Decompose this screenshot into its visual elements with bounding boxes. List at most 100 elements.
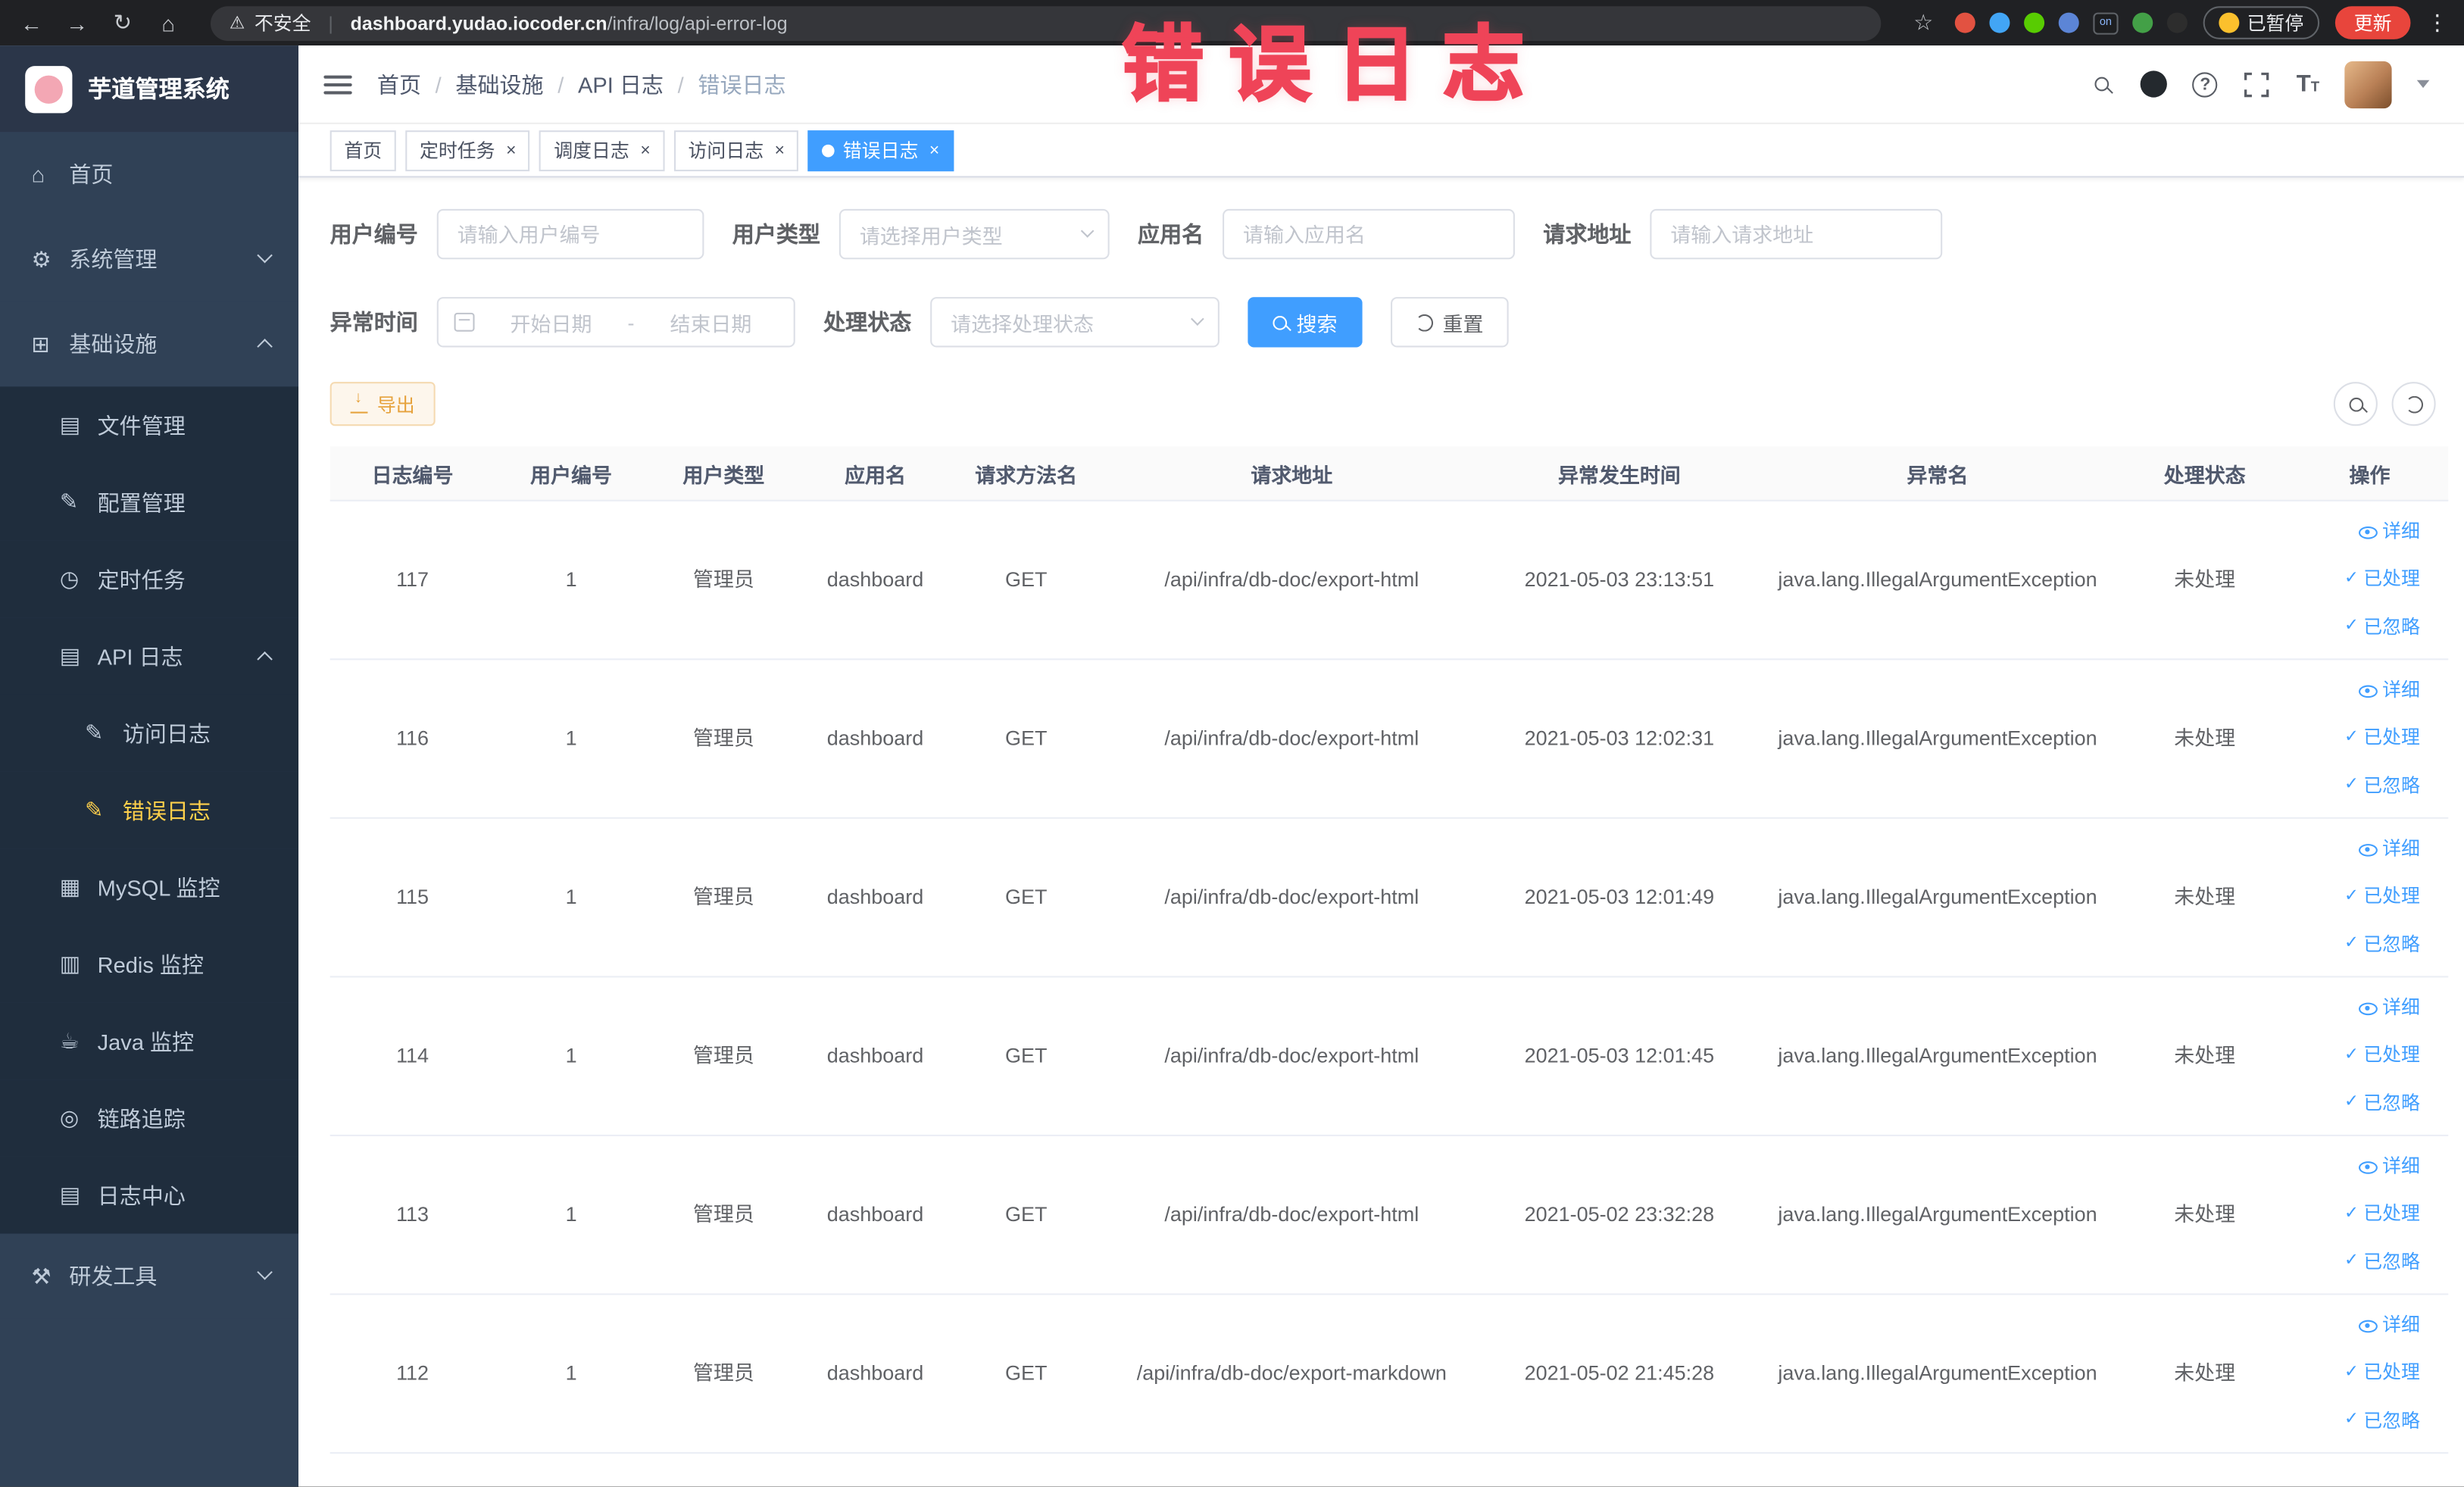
- logo-image: [25, 65, 73, 113]
- export-button[interactable]: 导出: [329, 382, 436, 426]
- detail-link[interactable]: 详细: [2358, 1154, 2420, 1181]
- eye-icon: [2358, 1319, 2378, 1332]
- close-icon[interactable]: ×: [775, 141, 785, 160]
- breadcrumb-item[interactable]: 基础设施: [455, 68, 543, 99]
- tab-home[interactable]: 首页: [329, 130, 396, 171]
- home-button[interactable]: ⌂: [152, 10, 183, 35]
- ignored-link[interactable]: ✓ 已忽略: [2344, 614, 2420, 642]
- sidebar-logo-row[interactable]: 芋道管理系统: [0, 45, 299, 133]
- cell-app: dashboard: [826, 567, 924, 591]
- back-button[interactable]: ←: [16, 10, 47, 35]
- sidebar-item-mysql[interactable]: ▦ MySQL 监控: [0, 848, 299, 926]
- app-name-input[interactable]: [1223, 208, 1515, 260]
- toggle-search-button[interactable]: [2333, 382, 2378, 426]
- sidebar-item-infra[interactable]: ⊞ 基础设施: [0, 301, 299, 387]
- main-area: 首页 / 基础设施 / API 日志 / 错误日志 ? TT 首页 定时任务 × 调度日志 × 访问日…: [298, 45, 2464, 1487]
- detail-link[interactable]: 详细: [2358, 836, 2420, 864]
- ignored-link[interactable]: ✓ 已忽略: [2344, 773, 2420, 800]
- bookmark-star-icon[interactable]: ☆: [1908, 9, 1939, 36]
- extension-badge[interactable]: on: [2093, 11, 2119, 34]
- cell-status: 未处理: [2174, 884, 2236, 908]
- breadcrumb-separator: /: [677, 71, 684, 97]
- processed-link[interactable]: ✓ 已处理: [2344, 884, 2420, 911]
- extension-icon[interactable]: [2024, 12, 2045, 33]
- row-actions: 详细 ✓ 已处理 ✓ 已忽略: [2291, 677, 2448, 800]
- sidebar-item-job[interactable]: ◷ 定时任务: [0, 540, 299, 618]
- page-content: 用户编号 用户类型 请选择用户类型 应用名: [298, 177, 2464, 1487]
- document-icon: ▤: [59, 1182, 81, 1207]
- ignored-link[interactable]: ✓ 已忽略: [2344, 1090, 2420, 1117]
- sidebar-item-api-log[interactable]: ▤ API 日志: [0, 617, 299, 695]
- processed-link[interactable]: ✓ 已处理: [2344, 1042, 2420, 1070]
- breadcrumb-item[interactable]: API 日志: [578, 68, 664, 99]
- tag-tabs-bar: 首页 定时任务 × 调度日志 × 访问日志 × 错误日志 ×: [298, 123, 2464, 178]
- cell-user_id: 1: [565, 1360, 577, 1384]
- sidebar-item-redis[interactable]: ▥ Redis 监控: [0, 925, 299, 1003]
- extension-icon[interactable]: [1989, 12, 2010, 33]
- user-id-input[interactable]: [436, 208, 704, 260]
- request-url-input[interactable]: [1650, 208, 1943, 260]
- extension-icon[interactable]: [2166, 12, 2188, 33]
- ignored-link[interactable]: ✓ 已忽略: [2344, 1249, 2420, 1276]
- table-row: 117 1 管理员 dashboard GET/api/infra/db-doc/exp…: [329, 501, 2449, 661]
- sidebar-item-file[interactable]: ▤ 文件管理: [0, 386, 299, 464]
- detail-link[interactable]: 详细: [2358, 1312, 2420, 1339]
- processed-link[interactable]: ✓ 已处理: [2344, 725, 2420, 752]
- sidebar-item-dev-tools[interactable]: ⚒ 研发工具: [0, 1233, 299, 1319]
- processed-link[interactable]: ✓ 已处理: [2344, 1201, 2420, 1229]
- detail-link[interactable]: 详细: [2358, 677, 2420, 704]
- sidebar-item-config[interactable]: ✎ 配置管理: [0, 464, 299, 541]
- tab-job-log[interactable]: 调度日志 ×: [539, 130, 665, 171]
- extension-icon[interactable]: [1954, 12, 1975, 33]
- calendar-icon: [454, 312, 475, 332]
- coffee-icon: ☕: [59, 1027, 80, 1053]
- sidebar-item-tracing[interactable]: ◎ 链路追踪: [0, 1079, 299, 1157]
- paused-badge[interactable]: 已暂停: [2203, 6, 2320, 39]
- forward-button[interactable]: →: [61, 10, 92, 35]
- detail-link[interactable]: 详细: [2358, 995, 2420, 1022]
- ignored-link[interactable]: ✓ 已忽略: [2344, 932, 2420, 959]
- extension-icon[interactable]: [2058, 12, 2079, 33]
- menu-kebab-icon[interactable]: ⋮: [2426, 9, 2448, 36]
- sidebar-item-error-log[interactable]: ✎ 错误日志: [0, 771, 299, 849]
- sidebar-item-label: 配置管理: [97, 489, 186, 515]
- close-icon[interactable]: ×: [640, 141, 650, 160]
- url-bar[interactable]: ⚠ 不安全 | dashboard.yudao.iocoder.cn/infra…: [210, 5, 1882, 40]
- hamburger-icon[interactable]: [323, 74, 352, 94]
- sidebar-item-system[interactable]: ⚙ 系统管理: [0, 217, 299, 302]
- ignored-link[interactable]: ✓ 已忽略: [2344, 1407, 2420, 1435]
- breadcrumb-item[interactable]: 首页: [377, 68, 421, 99]
- github-icon[interactable]: [2141, 70, 2168, 98]
- search-button[interactable]: 搜索: [1248, 297, 1363, 348]
- tab-error-log[interactable]: 错误日志 ×: [808, 130, 954, 171]
- extension-icon[interactable]: [2132, 12, 2153, 33]
- fullscreen-icon[interactable]: [2243, 71, 2271, 97]
- search-icon[interactable]: [2088, 77, 2116, 92]
- font-size-icon[interactable]: TT: [2297, 70, 2319, 97]
- chevron-down-icon[interactable]: [2416, 80, 2430, 89]
- reset-button[interactable]: 重置: [1391, 297, 1509, 348]
- cell-exception: java.lang.IllegalArgumentException: [1778, 884, 2097, 908]
- cell-id: 114: [396, 1042, 429, 1067]
- process-status-select[interactable]: 请选择处理状态: [930, 297, 1220, 348]
- sidebar-item-access-log[interactable]: ✎ 访问日志: [0, 694, 299, 772]
- help-icon[interactable]: ?: [2192, 71, 2218, 97]
- close-icon[interactable]: ×: [506, 141, 516, 160]
- tab-access-log[interactable]: 访问日志 ×: [673, 130, 799, 171]
- avatar[interactable]: [2344, 60, 2392, 108]
- exception-time-range-picker[interactable]: 开始日期 - 结束日期: [436, 297, 795, 348]
- cell-url: /api/infra/db-doc/export-html: [1164, 725, 1419, 749]
- processed-link[interactable]: ✓ 已处理: [2344, 566, 2420, 593]
- user-type-select[interactable]: 请选择用户类型: [839, 208, 1110, 260]
- tab-job[interactable]: 定时任务 ×: [405, 130, 531, 171]
- reload-button[interactable]: ↻: [107, 9, 138, 36]
- chevron-up-icon: [257, 339, 273, 355]
- update-button[interactable]: 更新: [2334, 6, 2411, 39]
- processed-link[interactable]: ✓ 已处理: [2344, 1360, 2420, 1387]
- sidebar-item-home[interactable]: ⌂ 首页: [0, 132, 299, 217]
- sidebar-item-log-center[interactable]: ▤ 日志中心: [0, 1156, 299, 1234]
- detail-link[interactable]: 详细: [2358, 518, 2420, 545]
- refresh-button[interactable]: [2391, 382, 2436, 426]
- close-icon[interactable]: ×: [929, 141, 939, 160]
- sidebar-item-java[interactable]: ☕ Java 监控: [0, 1002, 299, 1080]
